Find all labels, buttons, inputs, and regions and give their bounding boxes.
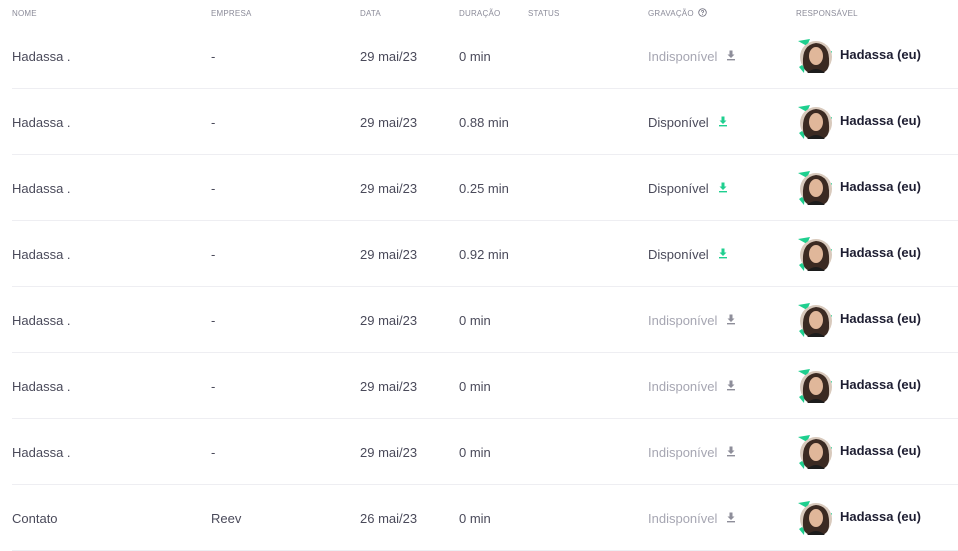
avatar bbox=[796, 103, 832, 141]
row-responsavel[interactable]: Hadassa (eu) bbox=[796, 103, 921, 141]
responsavel-name: Hadassa (eu) bbox=[840, 442, 921, 458]
download-icon[interactable] bbox=[709, 115, 729, 130]
column-header-empresa[interactable]: EMPRESA bbox=[211, 9, 252, 18]
row-empresa: Reev bbox=[211, 511, 242, 526]
row-gravacao: Indisponível bbox=[648, 379, 737, 394]
table-row[interactable]: Hadassa . - 29 mai/23 0.88 min Disponível Had… bbox=[12, 89, 958, 155]
row-nome[interactable]: Hadassa . bbox=[12, 379, 71, 394]
column-header-status[interactable]: STATUS bbox=[528, 9, 560, 18]
table-row[interactable]: Hadassa . - 29 mai/23 0.92 min Disponível Had… bbox=[12, 221, 958, 287]
row-duracao: 0.92 min bbox=[459, 247, 509, 262]
download-icon bbox=[717, 313, 737, 328]
gravacao-status-label: Disponível bbox=[648, 247, 709, 262]
table-row[interactable]: Hadassa . - 29 mai/23 0 min Indisponível Hada… bbox=[12, 419, 958, 485]
row-gravacao[interactable]: Disponível bbox=[648, 115, 729, 130]
table-row[interactable]: Hadassa . - 29 mai/23 0 min Indisponível Hada… bbox=[12, 353, 958, 419]
responsavel-name: Hadassa (eu) bbox=[840, 112, 921, 128]
row-data: 26 mai/23 bbox=[360, 511, 418, 526]
responsavel-name: Hadassa (eu) bbox=[840, 508, 921, 524]
row-empresa: - bbox=[211, 247, 216, 262]
gravacao-status-label: Indisponível bbox=[648, 49, 718, 64]
responsavel-name: Hadassa (eu) bbox=[840, 376, 921, 392]
responsavel-name: Hadassa (eu) bbox=[840, 178, 921, 194]
download-icon[interactable] bbox=[709, 247, 729, 262]
row-data: 29 mai/23 bbox=[360, 445, 418, 460]
table-row[interactable]: Contato Reev 26 mai/23 0 min Indisponível Had… bbox=[12, 485, 958, 551]
avatar bbox=[796, 169, 832, 207]
row-gravacao[interactable]: Disponível bbox=[648, 181, 729, 196]
row-data: 29 mai/23 bbox=[360, 313, 418, 328]
row-duracao: 0 min bbox=[459, 511, 491, 526]
row-responsavel[interactable]: Hadassa (eu) bbox=[796, 433, 921, 471]
table-header: NOME EMPRESA DATA DURAÇÃO STATUS GRAVAÇÃ… bbox=[0, 0, 958, 22]
row-data: 29 mai/23 bbox=[360, 247, 418, 262]
download-icon bbox=[717, 445, 737, 460]
download-icon bbox=[717, 511, 737, 526]
row-nome[interactable]: Hadassa . bbox=[12, 247, 71, 262]
column-header-nome[interactable]: NOME bbox=[12, 9, 37, 18]
row-duracao: 0 min bbox=[459, 49, 491, 64]
row-duracao: 0.88 min bbox=[459, 115, 509, 130]
gravacao-status-label: Disponível bbox=[648, 115, 709, 130]
gravacao-status-label: Indisponível bbox=[648, 445, 718, 460]
download-icon bbox=[717, 379, 737, 394]
avatar bbox=[796, 37, 832, 75]
row-nome[interactable]: Hadassa . bbox=[12, 181, 71, 196]
row-empresa: - bbox=[211, 445, 216, 460]
gravacao-status-label: Indisponível bbox=[648, 511, 718, 526]
row-responsavel[interactable]: Hadassa (eu) bbox=[796, 37, 921, 75]
table-row[interactable]: Hadassa . - 29 mai/23 0.25 min Disponível Had… bbox=[12, 155, 958, 221]
row-data: 29 mai/23 bbox=[360, 115, 418, 130]
row-duracao: 0 min bbox=[459, 445, 491, 460]
row-data: 29 mai/23 bbox=[360, 379, 418, 394]
table-row[interactable]: Hadassa . - 29 mai/23 0 min Indisponível Hada… bbox=[12, 287, 958, 353]
row-gravacao[interactable]: Disponível bbox=[648, 247, 729, 262]
avatar bbox=[796, 433, 832, 471]
column-header-responsavel[interactable]: RESPONSÁVEL bbox=[796, 9, 858, 18]
responsavel-name: Hadassa (eu) bbox=[840, 244, 921, 260]
row-empresa: - bbox=[211, 379, 216, 394]
row-responsavel[interactable]: Hadassa (eu) bbox=[796, 499, 921, 537]
avatar bbox=[796, 499, 832, 537]
row-responsavel[interactable]: Hadassa (eu) bbox=[796, 301, 921, 339]
row-nome[interactable]: Hadassa . bbox=[12, 115, 71, 130]
download-icon bbox=[717, 49, 737, 64]
column-header-duracao[interactable]: DURAÇÃO bbox=[459, 9, 500, 18]
avatar bbox=[796, 301, 832, 339]
responsavel-name: Hadassa (eu) bbox=[840, 46, 921, 62]
row-empresa: - bbox=[211, 313, 216, 328]
row-responsavel[interactable]: Hadassa (eu) bbox=[796, 367, 921, 405]
row-duracao: 0 min bbox=[459, 379, 491, 394]
row-gravacao: Indisponível bbox=[648, 511, 737, 526]
row-gravacao: Indisponível bbox=[648, 445, 737, 460]
row-data: 29 mai/23 bbox=[360, 181, 418, 196]
row-nome[interactable]: Contato bbox=[12, 511, 58, 526]
avatar bbox=[796, 235, 832, 273]
row-empresa: - bbox=[211, 115, 216, 130]
avatar bbox=[796, 367, 832, 405]
row-gravacao: Indisponível bbox=[648, 313, 737, 328]
row-nome[interactable]: Hadassa . bbox=[12, 49, 71, 64]
row-nome[interactable]: Hadassa . bbox=[12, 445, 71, 460]
row-gravacao: Indisponível bbox=[648, 49, 737, 64]
gravacao-status-label: Indisponível bbox=[648, 313, 718, 328]
table-row[interactable]: Hadassa . - 29 mai/23 0 min Indisponível Hada… bbox=[12, 23, 958, 89]
help-icon[interactable] bbox=[698, 8, 707, 17]
gravacao-status-label: Disponível bbox=[648, 181, 709, 196]
row-data: 29 mai/23 bbox=[360, 49, 418, 64]
row-nome[interactable]: Hadassa . bbox=[12, 313, 71, 328]
responsavel-name: Hadassa (eu) bbox=[840, 310, 921, 326]
column-header-gravacao-label[interactable]: GRAVAÇÃO bbox=[648, 9, 694, 18]
row-responsavel[interactable]: Hadassa (eu) bbox=[796, 235, 921, 273]
column-header-gravacao: GRAVAÇÃO bbox=[648, 8, 707, 18]
gravacao-status-label: Indisponível bbox=[648, 379, 718, 394]
column-header-data[interactable]: DATA bbox=[360, 9, 381, 18]
row-responsavel[interactable]: Hadassa (eu) bbox=[796, 169, 921, 207]
download-icon[interactable] bbox=[709, 181, 729, 196]
row-empresa: - bbox=[211, 181, 216, 196]
row-duracao: 0.25 min bbox=[459, 181, 509, 196]
row-duracao: 0 min bbox=[459, 313, 491, 328]
row-empresa: - bbox=[211, 49, 216, 64]
